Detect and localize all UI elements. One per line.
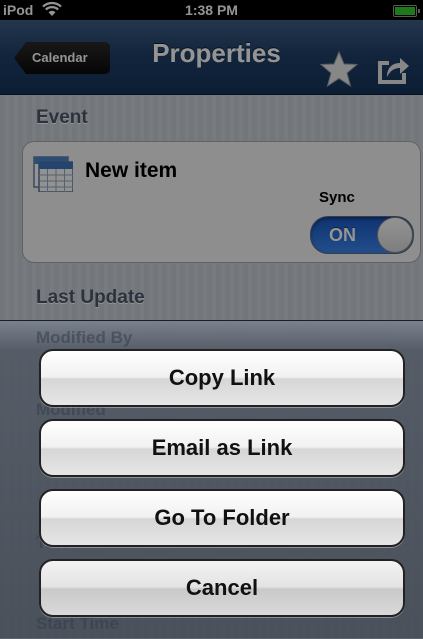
- go-to-folder-button[interactable]: Go To Folder: [39, 489, 405, 547]
- action-sheet: Modified By Modified Title Start Time Co…: [0, 320, 423, 639]
- behind-label-start-time: Start Time: [36, 614, 119, 633]
- cancel-button[interactable]: Cancel: [39, 559, 405, 617]
- copy-link-button[interactable]: Copy Link: [39, 349, 405, 407]
- email-as-link-button[interactable]: Email as Link: [39, 419, 405, 477]
- behind-label-modified-by: Modified By: [36, 328, 133, 347]
